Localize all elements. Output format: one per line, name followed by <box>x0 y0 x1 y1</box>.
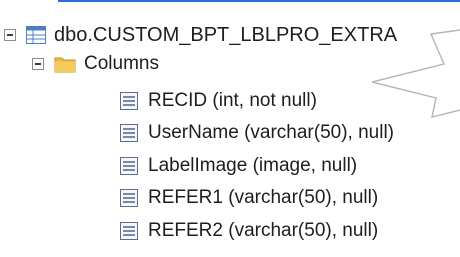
collapse-toggle-icon[interactable] <box>4 29 16 41</box>
column-icon <box>120 92 138 110</box>
table-name-label: dbo.CUSTOM_BPT_LBLPRO_EXTRA <box>54 24 398 46</box>
column-label: REFER2 (varchar(50), null) <box>148 220 379 241</box>
column-label: LabelImage (image, null) <box>148 155 358 176</box>
column-icon <box>120 222 138 240</box>
column-icon <box>120 157 138 175</box>
tree-node-column[interactable]: REFER2 (varchar(50), null) <box>120 220 378 242</box>
column-label: UserName (varchar(50), null) <box>148 122 395 143</box>
folder-icon <box>54 55 76 73</box>
tree-node-columns-folder[interactable]: Columns <box>32 53 159 75</box>
collapse-toggle-icon[interactable] <box>32 58 44 70</box>
table-icon <box>26 26 46 44</box>
tree-node-column[interactable]: RECID (int, not null) <box>120 90 317 112</box>
column-label: REFER1 (varchar(50), null) <box>148 187 379 208</box>
tree-node-column[interactable]: REFER1 (varchar(50), null) <box>120 187 378 209</box>
tree-node-column[interactable]: LabelImage (image, null) <box>120 155 357 177</box>
column-icon <box>120 124 138 142</box>
tree-node-column[interactable]: UserName (varchar(50), null) <box>120 122 394 144</box>
columns-folder-label: Columns <box>84 53 159 74</box>
column-label: RECID (int, not null) <box>148 90 317 111</box>
tree-node-table[interactable]: dbo.CUSTOM_BPT_LBLPRO_EXTRA <box>4 24 397 46</box>
selection-highlight-edge <box>58 0 460 2</box>
column-icon <box>120 189 138 207</box>
